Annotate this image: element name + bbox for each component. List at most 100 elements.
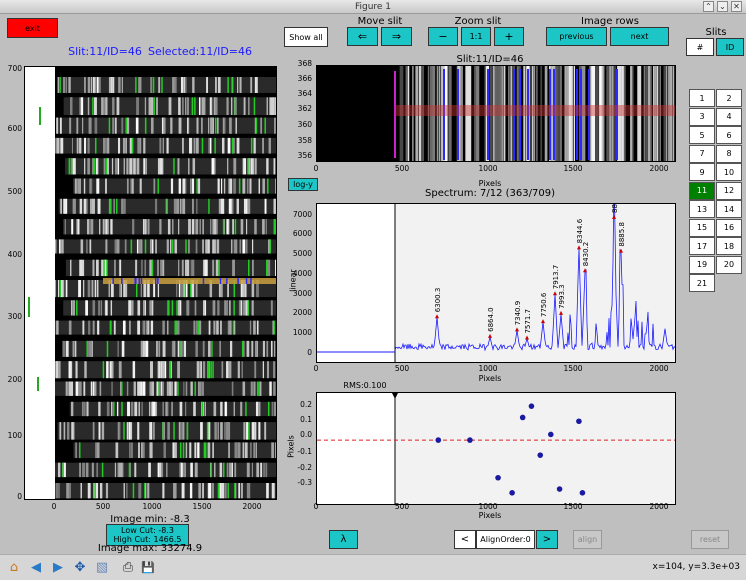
reset-button[interactable]: reset	[691, 530, 729, 549]
align-order-increase-button[interactable]: >	[536, 530, 558, 549]
back-icon[interactable]: ◀	[28, 560, 44, 576]
move-right-button[interactable]: ⇒	[381, 27, 412, 46]
emission-line	[258, 178, 261, 194]
identified-line	[179, 340, 181, 357]
zoom-slit-title: Zoom slit	[454, 16, 502, 27]
slit-button-15[interactable]: 15	[689, 218, 715, 237]
align-order-decrease-button[interactable]: <	[454, 530, 476, 549]
zoom-in-button[interactable]: +	[494, 27, 524, 46]
identified-line	[153, 97, 155, 116]
zoom-reset-button[interactable]: 1:1	[461, 27, 491, 46]
emission-line	[114, 117, 117, 134]
identified-line	[151, 259, 154, 277]
emission-line	[191, 219, 195, 235]
slit-button-10[interactable]: 10	[716, 163, 742, 181]
slit-button-7[interactable]: 7	[689, 144, 715, 163]
identified-line	[113, 401, 115, 417]
slits-sort-number-button[interactable]: #	[686, 38, 714, 56]
exit-button[interactable]: exit	[7, 18, 58, 38]
emission-line	[190, 462, 193, 478]
slit-button-9[interactable]: 9	[689, 163, 715, 181]
emission-line	[119, 259, 122, 277]
show-all-button[interactable]: Show all	[284, 27, 328, 47]
slit-button-8[interactable]: 8	[716, 144, 742, 163]
slit-button-1[interactable]: 1	[689, 89, 715, 107]
slit-button-13[interactable]: 13	[689, 200, 715, 218]
emission-line	[130, 178, 133, 194]
emission-line	[198, 483, 202, 499]
emission-line	[165, 462, 168, 478]
move-left-button[interactable]: ⇐	[347, 27, 378, 46]
identified-line	[171, 300, 174, 316]
spectrum-ytick: 3000	[292, 289, 312, 298]
emission-line	[140, 381, 143, 396]
home-icon[interactable]: ⌂	[6, 560, 22, 576]
align-button[interactable]: align	[573, 530, 602, 549]
emission-line	[117, 340, 119, 357]
forward-icon[interactable]: ▶	[50, 560, 66, 576]
emission-line	[66, 77, 68, 93]
emission-line	[230, 340, 233, 357]
slit-button-17[interactable]: 17	[689, 237, 715, 255]
identified-line	[76, 300, 78, 316]
line-marker	[612, 214, 616, 219]
emission-line	[90, 381, 93, 396]
overview-image-panel[interactable]	[24, 66, 277, 500]
emission-line	[201, 97, 205, 116]
configure-subplots-icon[interactable]: ⎙	[120, 560, 136, 576]
emission-line	[91, 198, 95, 214]
slit-button-2[interactable]: 2	[716, 89, 742, 107]
slit-image-panel[interactable]	[316, 65, 676, 162]
zoom-rect-icon[interactable]: ▧	[94, 560, 110, 576]
emission-line	[107, 219, 109, 235]
slit-button-5[interactable]: 5	[689, 126, 715, 144]
emission-line	[148, 401, 151, 417]
emission-line	[122, 198, 125, 214]
residuals-panel[interactable]	[316, 392, 676, 505]
emission-line	[239, 77, 241, 93]
identified-line	[256, 381, 259, 396]
slit-button-20[interactable]: 20	[716, 255, 742, 274]
emission-line	[226, 219, 229, 235]
window-minimize-button[interactable]: ⌃	[703, 1, 714, 12]
slit-button-3[interactable]: 3	[689, 107, 715, 126]
emission-line	[72, 198, 76, 214]
slits-sort-id-button[interactable]: ID	[716, 38, 744, 56]
residuals-ytick: -0.2	[297, 463, 312, 472]
slit-button-16[interactable]: 16	[716, 218, 742, 237]
emission-line	[202, 483, 204, 499]
save-icon[interactable]: 💾	[140, 560, 156, 576]
emission-line	[87, 280, 91, 298]
emission-line	[168, 381, 172, 396]
window-maximize-button[interactable]: ⌄	[717, 1, 728, 12]
slit-button-18[interactable]: 18	[716, 237, 742, 255]
rows-next-button[interactable]: next	[610, 27, 669, 46]
slit-button-19[interactable]: 19	[689, 255, 715, 274]
slit-button-4[interactable]: 4	[716, 107, 742, 126]
emission-line	[250, 442, 252, 459]
slit-button-12[interactable]: 12	[716, 181, 742, 200]
overview-spectra-image	[55, 77, 276, 499]
spectrum-panel[interactable]: 6300.3 6864.0 7340.9 7571.7 7750.6 7913.7 7993…	[316, 203, 676, 363]
lambda-button[interactable]: λ	[329, 530, 358, 549]
slit-button-11[interactable]: 11	[689, 181, 715, 200]
residual-point	[547, 431, 554, 438]
emission-line	[197, 117, 199, 134]
emission-line	[88, 320, 91, 335]
emission-line	[141, 259, 143, 277]
emission-line	[246, 219, 248, 235]
rows-previous-button[interactable]: previous	[546, 27, 607, 46]
slit-button-14[interactable]: 14	[716, 200, 742, 218]
slit-button-6[interactable]: 6	[716, 126, 742, 144]
pan-icon[interactable]: ✥	[72, 560, 88, 576]
window-titlebar: Figure 1 ⌃ ⌄ ✕	[0, 0, 746, 14]
emission-line	[220, 198, 224, 214]
emission-line	[185, 178, 187, 194]
identified-line	[231, 77, 233, 93]
slit-button-21[interactable]: 21	[689, 274, 715, 292]
emission-line	[273, 158, 276, 175]
zoom-out-button[interactable]: −	[428, 27, 458, 46]
log-y-button[interactable]: log-y	[288, 178, 318, 191]
emission-line	[203, 97, 206, 116]
window-close-button[interactable]: ✕	[731, 1, 742, 12]
